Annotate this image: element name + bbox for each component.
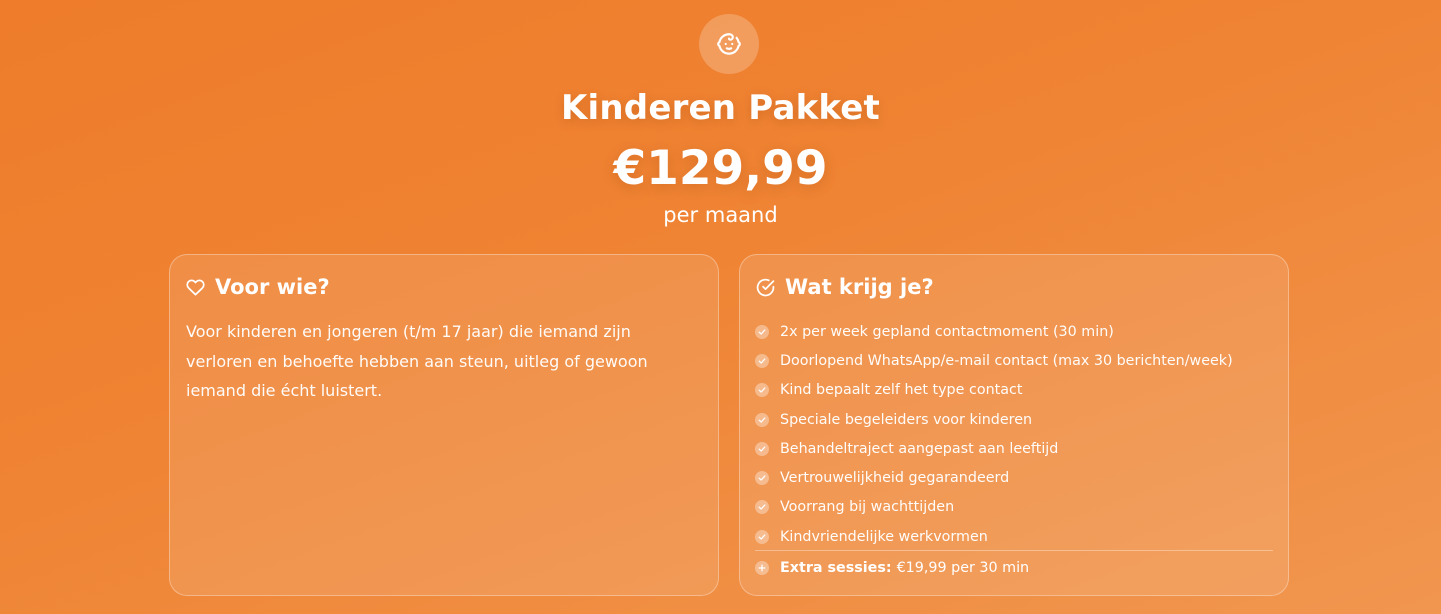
extra-sessions: Extra sessies: €19,99 per 30 min [755,558,1029,578]
feature-text: Doorlopend WhatsApp/e-mail contact (max … [780,352,1233,369]
what-you-get-card: Wat krijg je? 2x per week gepland contac… [739,254,1289,596]
check-icon [755,324,769,339]
feature-item: Kind bepaalt zelf het type contact [755,376,1275,405]
check-icon [755,500,769,515]
extra-sessions-value: €19,99 per 30 min [896,560,1030,576]
feature-item: Doorlopend WhatsApp/e-mail contact (max … [755,346,1275,375]
check-circle-icon [756,278,775,296]
check-icon [755,529,769,544]
for-who-heading-row: Voor wie? [186,275,330,299]
check-icon [755,353,769,368]
feature-item: Vertrouwelijkheid gegarandeerd [755,463,1275,492]
feature-text: Kind bepaalt zelf het type contact [780,382,1023,399]
extra-sessions-label: Extra sessies: [780,560,892,576]
what-you-get-heading: Wat krijg je? [785,275,934,299]
feature-item: Behandeltraject aangepast aan leeftijd [755,434,1275,463]
divider [755,550,1273,551]
feature-item: Voorrang bij wachttijden [755,493,1275,522]
plus-icon [755,561,769,575]
feature-text: 2x per week gepland contactmoment (30 mi… [780,323,1114,340]
check-icon [755,441,769,456]
package-title: Kinderen Pakket [560,88,881,128]
heart-icon [186,279,205,295]
check-icon [755,383,769,398]
feature-item: 2x per week gepland contactmoment (30 mi… [755,317,1275,346]
feature-item: Kindvriendelijke werkvormen [755,522,1275,551]
check-icon [755,471,769,486]
check-icon [755,412,769,427]
package-badge [699,14,759,74]
feature-text: Behandeltraject aangepast aan leeftijd [780,440,1059,457]
baby-face-icon [717,33,741,55]
what-you-get-heading-row: Wat krijg je? [756,275,934,299]
feature-text: Kindvriendelijke werkvormen [780,528,988,545]
feature-text: Speciale begeleiders voor kinderen [780,411,1033,428]
feature-text: Vertrouwelijkheid gegarandeerd [780,470,1010,487]
feature-item: Speciale begeleiders voor kinderen [755,405,1275,434]
package-period: per maand [663,203,778,227]
feature-list: 2x per week gepland contactmoment (30 mi… [755,317,1275,551]
package-price: €129,99 [613,141,828,196]
for-who-description: Voor kinderen en jongeren (t/m 17 jaar) … [186,322,648,400]
feature-text: Voorrang bij wachttijden [780,499,955,516]
for-who-card: Voor wie? Voor kinderen en jongeren (t/m… [169,254,719,596]
for-who-heading: Voor wie? [215,275,330,299]
